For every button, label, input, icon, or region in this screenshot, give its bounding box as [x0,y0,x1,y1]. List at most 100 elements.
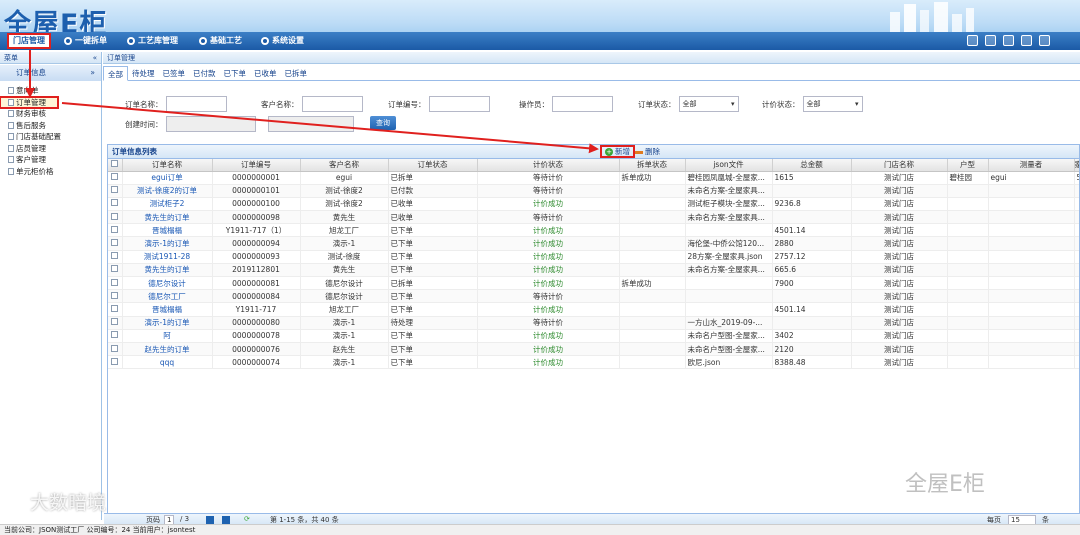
tab-paid[interactable]: 已付款 [189,66,220,81]
table-cell[interactable]: 黄先生的订单 [122,263,213,278]
table-row[interactable]: 晋城榻榻 Y1911-717（1） 旭龙工厂 已下单 计价成功 4501.14 测试门店 [108,223,1079,238]
column-header[interactable]: 订单名称 [122,159,213,172]
user-icon[interactable] [1003,35,1014,46]
table-row[interactable]: 测试-徐度2的订单 0000000101 测试-徐度2 已付款 等待计价 未命名方案-全屋… [108,184,1079,198]
table-cell[interactable]: 德尼尔设计 [122,276,213,291]
table-cell[interactable]: 测试1911-28 [122,250,213,264]
tab-signed[interactable]: 已签单 [159,66,190,81]
row-checkbox[interactable] [108,276,123,291]
monitor-icon[interactable] [967,35,978,46]
table-cell[interactable]: 测试-徐度2的订单 [122,184,213,198]
grid-body[interactable]: 订单名称 订单编号 客户名称 订单状态 计价状态 拆单状态 json文件 总金额 门店名称 户型测… [108,159,1079,370]
tab-ordered[interactable]: 已下单 [220,66,251,81]
table-cell[interactable]: 阿 [122,329,213,343]
lock-icon[interactable] [985,35,996,46]
order-status-select[interactable]: 全部 [678,96,739,112]
row-checkbox[interactable] [108,263,123,278]
query-button[interactable]: 查询 [370,116,396,130]
delete-button[interactable]: 删除 [635,146,660,158]
row-checkbox[interactable] [108,197,123,212]
table-cell[interactable]: 晋城榻榻 [122,223,213,238]
table-row[interactable]: 德尼尔工厂 0000000084 德尼尔设计 已下单 等待计价 测试门店 [108,289,1079,304]
row-checkbox[interactable] [108,316,123,330]
table-cell[interactable]: 演示-1的订单 [122,316,213,330]
select-all-checkbox[interactable] [108,159,123,172]
customer-name-input[interactable] [301,96,363,112]
order-no-input[interactable] [428,96,490,112]
column-header[interactable]: json文件 [685,159,773,172]
operator-input[interactable] [552,96,613,112]
column-header[interactable]: 户型 [947,159,989,172]
sidebar-item-customers[interactable]: 客户管理 [0,154,101,166]
order-name-input[interactable] [165,96,227,112]
sidebar-item-staff[interactable]: 店员管理 [0,143,101,155]
refresh-icon[interactable]: ⟳ [244,515,250,523]
sidebar-item-store-config[interactable]: 门店基础配置 [0,131,101,143]
create-time-end-input[interactable] [267,116,354,132]
table-cell[interactable]: 黄先生的订单 [122,210,213,225]
tab-pending[interactable]: 待处理 [128,66,159,81]
price-status-select[interactable]: 全部 [802,96,863,112]
exit-icon[interactable] [1039,35,1050,46]
table-cell[interactable]: egui订单 [122,171,213,185]
table-cell[interactable]: qqq [122,355,213,370]
nav-basic-craft[interactable]: 基础工艺 [199,34,242,48]
create-time-start-input[interactable] [165,116,256,132]
column-header[interactable]: 测量者 [988,159,1075,172]
table-cell[interactable]: 测试柜子2 [122,197,213,212]
column-header[interactable]: 门店名称 [851,159,948,172]
column-header[interactable]: 订单状态 [388,159,478,172]
table-row[interactable]: 测试柜子2 0000000100 测试-徐度2 已收单 计价成功 测试柜子模块-全屋家..… [108,197,1079,212]
sidebar-group-order-info[interactable]: 订单信息 » [0,65,101,81]
table-cell[interactable]: 赵先生的订单 [122,342,213,357]
table-row[interactable]: 赵先生的订单 0000000076 赵先生 已下单 计价成功 未命名户型图-全屋家... 2… [108,342,1079,357]
row-checkbox[interactable] [108,236,123,251]
row-checkbox[interactable] [108,184,123,198]
table-row[interactable]: 德尼尔设计 0000000081 德尼尔设计 已拆单 计价成功 拆单成功 7900 测试门店 [108,276,1079,291]
row-checkbox[interactable] [108,171,123,185]
nav-system-settings[interactable]: 系统设置 [261,34,304,48]
table-row[interactable]: egui订单 0000000001 egui 已拆单 等待计价 拆单成功 碧桂园凤凰城-全屋… [108,171,1079,185]
sidebar-item-order-management[interactable]: 订单管理 [0,95,59,109]
column-header[interactable]: 家庭人数 [1074,159,1079,172]
next-page-icon[interactable] [206,516,214,524]
row-checkbox[interactable] [108,289,123,304]
table-row[interactable]: 演示-1的订单 0000000080 演示-1 待处理 等待计价 一方山水_2019-09… [108,316,1079,330]
row-checkbox[interactable] [108,250,123,264]
sidebar-item-intent[interactable]: 意向单 [0,85,101,97]
table-row[interactable]: 晋城榻榻 Y1911-717 旭龙工厂 已下单 计价成功 4501.14 测试门店 [108,302,1079,317]
nav-craft-library[interactable]: 工艺库管理 [127,34,178,48]
column-header[interactable]: 总金额 [772,159,852,172]
table-row[interactable]: 黄先生的订单 0000000098 黄先生 已收单 等待计价 未命名方案-全屋家具... 测… [108,210,1079,225]
row-checkbox[interactable] [108,210,123,225]
table-row[interactable]: 黄先生的订单 2019112801 黄先生 已下单 计价成功 未命名方案-全屋家具... 6… [108,263,1079,278]
collapse-icon[interactable]: « [93,52,97,64]
table-row[interactable]: qqq 0000000074 演示-1 已下单 计价成功 欧尼.json 8388.48 测试… [108,355,1079,370]
column-header[interactable]: 客户名称 [300,159,389,172]
table-cell[interactable]: 晋城榻榻 [122,302,213,317]
sidebar-item-finance-review[interactable]: 财务审核 [0,108,101,120]
row-checkbox[interactable] [108,223,123,238]
column-header[interactable]: 计价状态 [477,159,620,172]
last-page-icon[interactable] [222,516,230,524]
add-button[interactable]: + 新增 [600,145,635,158]
tab-all[interactable]: 全部 [103,66,128,81]
row-checkbox[interactable] [108,355,123,370]
row-checkbox[interactable] [108,342,123,357]
table-row[interactable]: 测试1911-28 0000000093 测试-徐度 已下单 计价成功 28方案-全屋家具… [108,250,1079,264]
table-cell[interactable]: 演示-1的订单 [122,236,213,251]
table-row[interactable]: 阿 0000000078 演示-1 已下单 计价成功 未命名户型图-全屋家... 3402 测… [108,329,1079,343]
tab-received[interactable]: 已收单 [250,66,281,81]
nav-one-click-split[interactable]: 一键拆单 [64,34,107,48]
column-header[interactable]: 拆单状态 [619,159,686,172]
row-checkbox[interactable] [108,329,123,343]
gear-icon[interactable] [1021,35,1032,46]
column-header[interactable]: 订单编号 [212,159,301,172]
chevron-up-icon[interactable]: » [90,65,95,81]
nav-store-management[interactable]: 门店管理 [7,33,51,49]
table-cell[interactable]: 德尼尔工厂 [122,289,213,304]
sidebar-item-after-sales[interactable]: 售后服务 [0,120,101,132]
tab-split[interactable]: 已拆单 [281,66,312,81]
sidebar-item-unit-price[interactable]: 单元柜价格 [0,166,101,178]
table-row[interactable]: 演示-1的订单 0000000094 演示-1 已下单 计价成功 海伦堡-中侨公馆120.… [108,236,1079,251]
